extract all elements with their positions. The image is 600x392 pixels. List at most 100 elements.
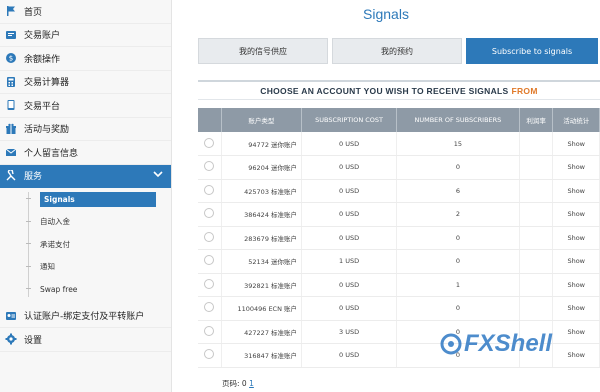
sidebar-item-verification[interactable]: 认证账户-绑定支付及平转账户 xyxy=(0,305,171,328)
cell-account: 386424 标准账户 xyxy=(221,202,303,227)
row-radio[interactable] xyxy=(204,278,215,289)
cell-cost: 3 USD xyxy=(301,320,398,344)
sidebar-item-label: 交易平台 xyxy=(24,101,61,112)
submenu-item-label: 承诺支付 xyxy=(40,239,70,249)
sidebar-item-calculator[interactable]: 交易计算器 xyxy=(0,71,171,94)
calculator-icon xyxy=(4,75,18,89)
sidebar-item-label: 活动与奖励 xyxy=(24,125,70,136)
row-select-cell xyxy=(198,132,222,156)
column-header-subscribers: NUMBER OF SUBSCRIBERS xyxy=(396,108,520,132)
tab-subscribe-to-signals[interactable]: Subscribe to signals xyxy=(466,38,598,64)
sidebar-item-balance[interactable]: $ 余额操作 xyxy=(0,47,171,71)
signals-table: 账户类型 SUBSCRIPTION COST NUMBER OF SUBSCRI… xyxy=(198,108,600,368)
row-radio[interactable] xyxy=(204,349,215,360)
row-radio[interactable] xyxy=(204,184,215,195)
row-radio[interactable] xyxy=(204,325,215,336)
cell-subscribers: 0 xyxy=(396,296,520,321)
cell-stats-link[interactable]: Show xyxy=(552,343,600,368)
row-select-cell xyxy=(198,226,222,250)
cell-cost: 0 USD xyxy=(301,202,398,227)
cell-cost: 0 USD xyxy=(301,132,398,156)
gift-icon xyxy=(4,122,18,136)
chevron-down-icon[interactable] xyxy=(153,170,163,181)
cell-account: 283679 标准账户 xyxy=(221,226,303,250)
sidebar-item-promotions[interactable]: 活动与奖励 xyxy=(0,118,171,141)
table-row[interactable]: 96204 迷你账户 0 USD 0 Show xyxy=(198,155,600,180)
cell-stats-link[interactable]: Show xyxy=(552,320,600,344)
sidebar-item-platform[interactable]: 交易平台 xyxy=(0,94,171,118)
section-heading: CHOOSE AN ACCOUNT YOU WISH TO RECEIVE SI… xyxy=(198,80,600,100)
cell-stats-link[interactable]: Show xyxy=(552,132,600,156)
gear-icon xyxy=(4,332,18,346)
cell-cost: 1 USD xyxy=(301,249,398,274)
watermark: FXShell xyxy=(440,330,552,358)
sidebar: 首页 交易账户 $ 余额操作 交易计算器 交易平台 活动与奖励 个人留言信息 服… xyxy=(0,0,172,392)
row-radio[interactable] xyxy=(204,137,215,148)
cell-subscribers: 2 xyxy=(396,202,520,227)
table-row[interactable]: 392821 标准账户 0 USD 1 Show xyxy=(198,273,600,297)
column-header-stats: 活动统计 xyxy=(552,108,600,132)
table-row[interactable]: 425703 标准账户 0 USD 6 Show xyxy=(198,179,600,203)
column-header-account-type: 账户类型 xyxy=(221,108,303,132)
row-select-cell xyxy=(198,320,222,344)
cell-cost: 0 USD xyxy=(301,273,398,297)
row-select-cell xyxy=(198,202,222,227)
row-select-cell xyxy=(198,296,222,321)
submenu-item-notifications[interactable]: 通知 xyxy=(0,256,171,279)
submenu-item-auto-deposit[interactable]: 自动入金 xyxy=(0,211,171,234)
row-radio[interactable] xyxy=(204,302,215,313)
submenu-item-label: 自动入金 xyxy=(40,217,70,227)
cell-profit xyxy=(519,273,554,297)
column-header-select xyxy=(198,108,222,132)
row-radio[interactable] xyxy=(204,208,215,219)
tab-bar: 我的信号供应 我的预约 Subscribe to signals xyxy=(198,38,598,64)
table-row[interactable]: 283679 标准账户 0 USD 0 Show xyxy=(198,226,600,250)
tab-my-subscriptions[interactable]: 我的预约 xyxy=(332,38,462,64)
submenu-item-signals[interactable]: Signals xyxy=(0,188,171,211)
submenu-item-promise-payment[interactable]: 承诺支付 xyxy=(0,233,171,256)
cell-profit xyxy=(519,249,554,274)
cell-stats-link[interactable]: Show xyxy=(552,179,600,203)
sidebar-item-label: 余额操作 xyxy=(24,54,61,65)
pagination-link[interactable]: 1 xyxy=(249,379,254,388)
row-radio[interactable] xyxy=(204,231,215,242)
row-radio[interactable] xyxy=(204,255,215,266)
submenu-item-swap-free[interactable]: Swap free xyxy=(0,278,171,301)
sidebar-item-services[interactable]: 服务 xyxy=(0,164,171,188)
tab-my-signal-providers[interactable]: 我的信号供应 xyxy=(198,38,328,64)
svg-text:$: $ xyxy=(9,55,13,63)
cell-subscribers: 0 xyxy=(396,155,520,180)
table-row[interactable]: 52134 迷你账户 1 USD 0 Show xyxy=(198,249,600,274)
cell-cost: 0 USD xyxy=(301,296,398,321)
sidebar-item-accounts[interactable]: 交易账户 xyxy=(0,24,171,47)
row-select-cell xyxy=(198,155,222,180)
sidebar-item-messages[interactable]: 个人留言信息 xyxy=(0,141,171,165)
cell-account: 1100496 ECN 账户 xyxy=(221,296,303,321)
table-row[interactable]: 1100496 ECN 账户 0 USD 0 Show xyxy=(198,296,600,321)
platform-icon xyxy=(4,98,18,112)
cell-cost: 0 USD xyxy=(301,226,398,250)
watermark-text: FXShell xyxy=(464,330,553,357)
balance-icon: $ xyxy=(4,51,18,65)
submenu-item-label: 通知 xyxy=(40,262,55,272)
pagination: 页码: 0 1 xyxy=(222,378,254,389)
cell-stats-link[interactable]: Show xyxy=(552,226,600,250)
cell-stats-link[interactable]: Show xyxy=(552,202,600,227)
submenu-item-label: Swap free xyxy=(40,284,78,294)
cell-account: 96204 迷你账户 xyxy=(221,155,303,180)
mail-icon xyxy=(4,145,18,159)
cell-stats-link[interactable]: Show xyxy=(552,249,600,274)
sidebar-item-label: 认证账户-绑定支付及平转账户 xyxy=(24,312,145,323)
cell-stats-link[interactable]: Show xyxy=(552,273,600,297)
cell-stats-link[interactable]: Show xyxy=(552,155,600,180)
row-select-cell xyxy=(198,343,222,368)
table-row[interactable]: 386424 标准账户 0 USD 2 Show xyxy=(198,202,600,227)
sidebar-item-settings[interactable]: 设置 xyxy=(0,328,171,352)
page-title: Signals xyxy=(363,6,409,22)
table-row[interactable]: 94772 迷你账户 0 USD 15 Show xyxy=(198,132,600,156)
cell-cost: 0 USD xyxy=(301,155,398,180)
row-radio[interactable] xyxy=(204,161,215,172)
column-header-subscription-cost: SUBSCRIPTION COST xyxy=(301,108,398,132)
sidebar-item-home[interactable]: 首页 xyxy=(0,0,171,24)
cell-stats-link[interactable]: Show xyxy=(552,296,600,321)
